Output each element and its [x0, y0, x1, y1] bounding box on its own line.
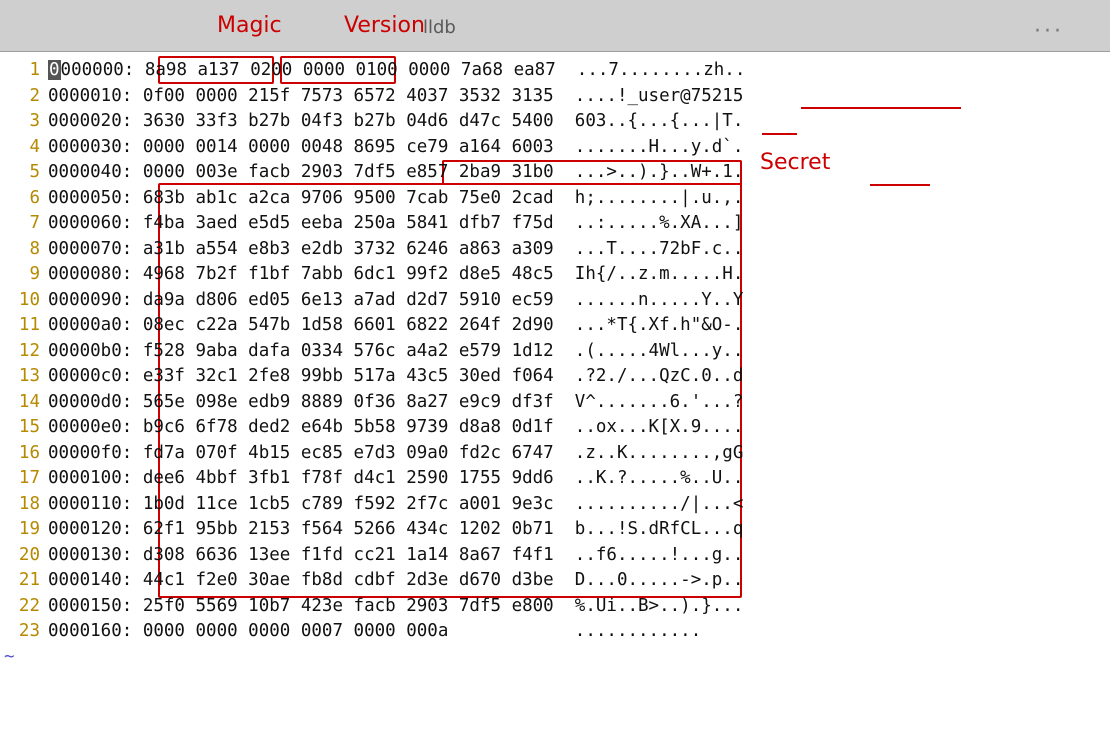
hex-row: 60000050: 683b ab1c a2ca 9706 9500 7cab …: [0, 186, 1110, 212]
line-number: 8: [0, 237, 48, 262]
hex-row: 1200000b0: f528 9aba dafa 0334 576c a4a2…: [0, 339, 1110, 365]
titlebar: lldb ···: [0, 0, 1110, 52]
hex-row: 90000080: 4968 7b2f f1bf 7abb 6dc1 99f2 …: [0, 262, 1110, 288]
hex-line: 0000110: 1b0d 11ce 1cb5 c789 f592 2f7c a…: [48, 492, 743, 517]
line-number: 10: [0, 288, 48, 313]
empty-line: ~: [0, 645, 1110, 671]
hex-line: 0000000: 8a98 a137 0200 0000 0100 0000 7…: [48, 58, 745, 83]
hex-line: 0000080: 4968 7b2f f1bf 7abb 6dc1 99f2 d…: [48, 262, 743, 287]
line-number: 11: [0, 313, 48, 338]
hex-line: 0000050: 683b ab1c a2ca 9706 9500 7cab 7…: [48, 186, 743, 211]
hex-row: 230000160: 0000 0000 0000 0007 0000 000a…: [0, 619, 1110, 645]
hex-line: 0000030: 0000 0014 0000 0048 8695 ce79 a…: [48, 135, 743, 160]
hex-row: 20000010: 0f00 0000 215f 7573 6572 4037 …: [0, 84, 1110, 110]
line-number: 17: [0, 466, 48, 491]
hex-row: 40000030: 0000 0014 0000 0048 8695 ce79 …: [0, 135, 1110, 161]
hex-line: 00000d0: 565e 098e edb9 8889 0f36 8a27 e…: [48, 390, 743, 415]
hex-row: 30000020: 3630 33f3 b27b 04f3 b27b 04d6 …: [0, 109, 1110, 135]
hex-row: 1300000c0: e33f 32c1 2fe8 99bb 517a 43c5…: [0, 364, 1110, 390]
hex-row: 210000140: 44c1 f2e0 30ae fb8d cdbf 2d3e…: [0, 568, 1110, 594]
hex-row: 50000040: 0000 003e facb 2903 7df5 e857 …: [0, 160, 1110, 186]
line-number: 3: [0, 109, 48, 134]
hex-row: 190000120: 62f1 95bb 2153 f564 5266 434c…: [0, 517, 1110, 543]
line-number: 19: [0, 517, 48, 542]
line-number: 1: [0, 58, 48, 83]
line-number: 21: [0, 568, 48, 593]
line-number: 18: [0, 492, 48, 517]
line-number: 15: [0, 415, 48, 440]
hex-row: 10000000: 8a98 a137 0200 0000 0100 0000 …: [0, 58, 1110, 84]
hex-line: 0000130: d308 6636 13ee f1fd cc21 1a14 8…: [48, 543, 743, 568]
annotation-version-label: Version: [344, 10, 425, 42]
line-number: 9: [0, 262, 48, 287]
line-number: 12: [0, 339, 48, 364]
line-number: 5: [0, 160, 48, 185]
tilde-icon: ~: [0, 645, 48, 670]
line-number: 16: [0, 441, 48, 466]
hex-line: 0000120: 62f1 95bb 2153 f564 5266 434c 1…: [48, 517, 743, 542]
hex-row: 200000130: d308 6636 13ee f1fd cc21 1a14…: [0, 543, 1110, 569]
hex-row: 80000070: a31b a554 e8b3 e2db 3732 6246 …: [0, 237, 1110, 263]
hex-row: 70000060: f4ba 3aed e5d5 eeba 250a 5841 …: [0, 211, 1110, 237]
more-icon[interactable]: ···: [1034, 16, 1064, 48]
annotation-magic-label: Magic: [217, 10, 282, 42]
text-cursor: 0: [48, 60, 61, 80]
hex-line: 0000020: 3630 33f3 b27b 04f3 b27b 04d6 d…: [48, 109, 743, 134]
hex-row: 1100000a0: 08ec c22a 547b 1d58 6601 6822…: [0, 313, 1110, 339]
hex-line: 00000a0: 08ec c22a 547b 1d58 6601 6822 2…: [48, 313, 743, 338]
hex-editor[interactable]: 10000000: 8a98 a137 0200 0000 0100 0000 …: [0, 52, 1110, 670]
hex-row: 220000150: 25f0 5569 10b7 423e facb 2903…: [0, 594, 1110, 620]
hex-line: 0000060: f4ba 3aed e5d5 eeba 250a 5841 d…: [48, 211, 743, 236]
line-number: 14: [0, 390, 48, 415]
hex-line: 00000f0: fd7a 070f 4b15 ec85 e7d3 09a0 f…: [48, 441, 743, 466]
hex-row: 1500000e0: b9c6 6f78 ded2 e64b 5b58 9739…: [0, 415, 1110, 441]
line-number: 20: [0, 543, 48, 568]
hex-line: 0000010: 0f00 0000 215f 7573 6572 4037 3…: [48, 84, 743, 109]
hex-row: 170000100: dee6 4bbf 3fb1 f78f d4c1 2590…: [0, 466, 1110, 492]
hex-line: 0000150: 25f0 5569 10b7 423e facb 2903 7…: [48, 594, 743, 619]
tab-title: lldb: [423, 15, 456, 41]
hex-row: 180000110: 1b0d 11ce 1cb5 c789 f592 2f7c…: [0, 492, 1110, 518]
hex-line: 0000100: dee6 4bbf 3fb1 f78f d4c1 2590 1…: [48, 466, 743, 491]
hex-row: 1600000f0: fd7a 070f 4b15 ec85 e7d3 09a0…: [0, 441, 1110, 467]
hex-line: 00000c0: e33f 32c1 2fe8 99bb 517a 43c5 3…: [48, 364, 743, 389]
line-number: 13: [0, 364, 48, 389]
hex-row: 100000090: da9a d806 ed05 6e13 a7ad d2d7…: [0, 288, 1110, 314]
line-number: 23: [0, 619, 48, 644]
hex-line: 00000b0: f528 9aba dafa 0334 576c a4a2 e…: [48, 339, 743, 364]
hex-line: 0000160: 0000 0000 0000 0007 0000 000a .…: [48, 619, 701, 644]
line-number: 6: [0, 186, 48, 211]
hex-row: 1400000d0: 565e 098e edb9 8889 0f36 8a27…: [0, 390, 1110, 416]
line-number: 4: [0, 135, 48, 160]
line-number: 7: [0, 211, 48, 236]
hex-line: 0000040: 0000 003e facb 2903 7df5 e857 2…: [48, 160, 743, 185]
hex-line: 0000070: a31b a554 e8b3 e2db 3732 6246 a…: [48, 237, 743, 262]
hex-line: 00000e0: b9c6 6f78 ded2 e64b 5b58 9739 d…: [48, 415, 743, 440]
line-number: 22: [0, 594, 48, 619]
line-number: 2: [0, 84, 48, 109]
hex-line: 0000090: da9a d806 ed05 6e13 a7ad d2d7 5…: [48, 288, 743, 313]
hex-line: 0000140: 44c1 f2e0 30ae fb8d cdbf 2d3e d…: [48, 568, 743, 593]
